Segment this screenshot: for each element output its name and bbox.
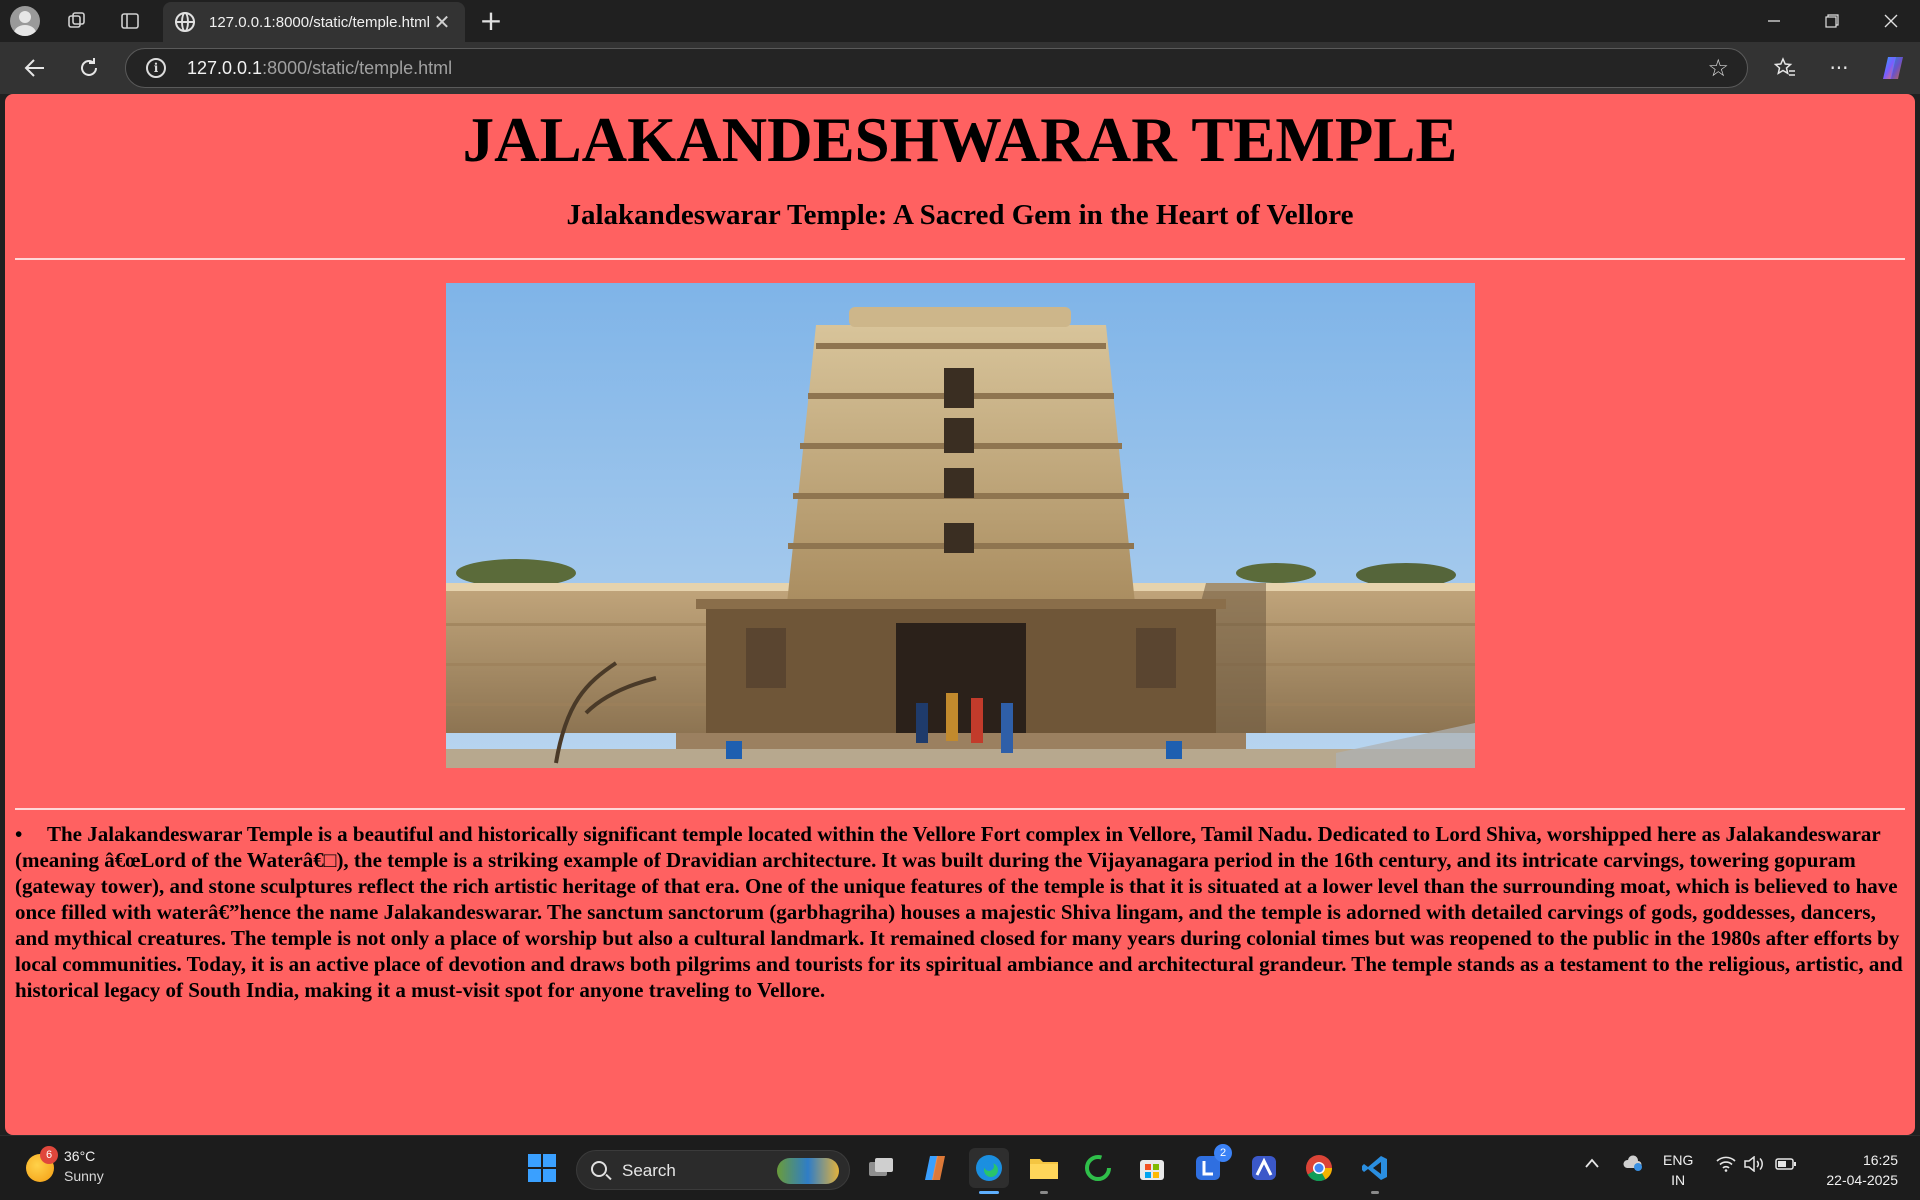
window-close-icon[interactable] [1862, 0, 1920, 42]
browser-toolbar: i 127.0.0.1:8000/static/temple.html ☆ ··… [0, 42, 1920, 94]
divider-bottom [15, 808, 1905, 810]
language-code: ENG [1663, 1152, 1694, 1168]
tab-temple[interactable]: 127.0.0.1:8000/static/temple.html ✕ [163, 2, 465, 42]
globe-icon [175, 12, 195, 32]
running-indicator [1371, 1191, 1379, 1194]
volume-icon[interactable] [1743, 1155, 1765, 1175]
article-text: The Jalakandeswarar Temple is a beautifu… [15, 822, 1903, 1002]
list-bullet: • [15, 822, 23, 846]
edge-icon[interactable] [969, 1148, 1009, 1194]
address-bar[interactable]: i 127.0.0.1:8000/static/temple.html ☆ [125, 48, 1748, 88]
close-icon[interactable]: ✕ [431, 10, 453, 34]
temple-photo [446, 283, 1475, 768]
favorite-star-icon[interactable]: ☆ [1707, 54, 1729, 82]
chrome-icon[interactable] [1299, 1148, 1339, 1188]
search-label: Search [622, 1161, 676, 1180]
page-subtitle: Jalakandeswarar Temple: A Sacred Gem in … [566, 199, 1354, 231]
lens-app-icon[interactable]: 2 [1188, 1144, 1232, 1188]
restore-icon[interactable] [1803, 0, 1861, 42]
url-host: 127.0.0.1 [187, 58, 263, 78]
copilot-app-icon[interactable] [915, 1148, 955, 1188]
arc-app-icon[interactable] [1244, 1148, 1284, 1188]
site-info-icon[interactable]: i [146, 58, 166, 78]
browser-titlebar: 127.0.0.1:8000/static/temple.html ✕ + [0, 0, 1920, 42]
url-path: :8000/static/temple.html [262, 58, 453, 78]
battery-icon[interactable] [1775, 1157, 1797, 1174]
refresh-icon[interactable] [70, 50, 108, 86]
windows-taskbar: 6 36°C Sunny Search 2 ENG IN 16:25 22-04… [0, 1135, 1920, 1200]
search-icon [591, 1161, 607, 1177]
back-icon[interactable] [16, 50, 54, 86]
more-icon[interactable]: ··· [1820, 50, 1858, 86]
task-view-icon[interactable] [861, 1148, 901, 1188]
weather-temperature: 36°C [64, 1148, 96, 1164]
running-indicator [1040, 1191, 1048, 1194]
new-tab-icon[interactable]: + [474, 6, 508, 36]
language-indicator[interactable]: ENG IN [1663, 1150, 1693, 1190]
store-icon[interactable] [1132, 1148, 1172, 1188]
favorites-icon[interactable] [1766, 50, 1804, 86]
tab-title: 127.0.0.1:8000/static/temple.html [209, 13, 430, 31]
minimize-icon[interactable] [1745, 0, 1803, 42]
workspaces-icon[interactable] [58, 4, 94, 38]
article-list-item: • The Jalakandeswarar Temple is a beautif… [15, 821, 1907, 1003]
copilot-icon[interactable] [1874, 50, 1912, 86]
onedrive-icon[interactable] [1622, 1154, 1644, 1175]
vscode-icon[interactable] [1355, 1148, 1395, 1194]
clock-date: 22-04-2025 [1826, 1172, 1898, 1188]
notification-badge: 2 [1214, 1144, 1232, 1162]
refresh-app-icon[interactable] [1078, 1148, 1118, 1188]
active-indicator [979, 1191, 999, 1194]
show-hidden-icons[interactable] [1584, 1156, 1600, 1172]
tab-actions-icon[interactable] [112, 4, 148, 38]
url-text[interactable]: 127.0.0.1:8000/static/temple.html [187, 58, 452, 79]
wifi-icon[interactable] [1716, 1156, 1736, 1175]
page-title: JALAKANDESHWARAR TEMPLE [462, 105, 1458, 175]
search-highlight-icon [777, 1158, 839, 1184]
clock-time: 16:25 [1862, 1152, 1898, 1168]
weather-badge: 6 [40, 1146, 58, 1164]
profile-icon[interactable] [10, 6, 40, 36]
weather-widget[interactable]: 6 36°C Sunny [26, 1146, 146, 1190]
weather-condition: Sunny [64, 1168, 104, 1184]
language-region: IN [1671, 1172, 1686, 1188]
windows-start-icon[interactable] [522, 1148, 562, 1188]
divider-top [15, 258, 1905, 260]
page-viewport: JALAKANDESHWARAR TEMPLE Jalakandeswarar … [5, 94, 1915, 1135]
taskbar-search[interactable]: Search [576, 1150, 850, 1190]
file-explorer-icon[interactable] [1024, 1148, 1064, 1194]
system-clock[interactable]: 16:25 22-04-2025 [1826, 1150, 1898, 1190]
